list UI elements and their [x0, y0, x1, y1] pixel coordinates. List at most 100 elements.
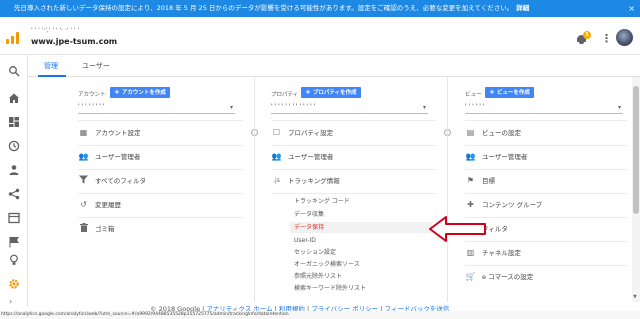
account-selector[interactable]: www.jpe-tsum.com — [31, 37, 117, 46]
trash-item[interactable]: ゴミ箱 — [78, 221, 243, 237]
create-account-button[interactable]: + アカウントを作成 — [110, 87, 170, 98]
browser-status-url: https://analytics.google.com/analytics/w… — [0, 311, 640, 319]
tab-admin[interactable]: 管理 — [44, 61, 58, 71]
acquisition-icon[interactable] — [8, 188, 20, 200]
js-icon: .js — [273, 177, 280, 184]
account-column-label: アカウント — [78, 92, 106, 98]
users-icon: 👥 — [271, 152, 282, 161]
notification-badge: 1 — [583, 31, 591, 39]
create-view-button[interactable]: + ビューを作成 — [485, 87, 534, 98]
doc-icon: ▤ — [466, 128, 475, 137]
flag-icon: ⚑ — [466, 176, 475, 185]
all-filters-label: すべてのフィルタ — [95, 177, 147, 185]
building-icon: ▦ — [79, 128, 88, 137]
discover-bulb-icon[interactable] — [8, 254, 20, 266]
view-column-label: ビュー — [465, 92, 482, 98]
view-settings-item[interactable]: ▤ ビューの設定 — [465, 125, 627, 141]
content-grouping-label: コンテンツ グループ — [482, 201, 543, 209]
account-settings-item[interactable]: ▦ アカウント設定 — [78, 125, 243, 141]
left-nav-rail — [0, 55, 28, 307]
data-retention-banner: 先日導入された新しいデータ保持の設定により、2018 年 5 月 25 日からの… — [0, 0, 640, 17]
ecommerce-settings-item[interactable]: 🛒 e コマースの設定 — [465, 269, 627, 285]
app-header: ' ' ' '·',' ' ' '· ·' ' ' ' www.jpe-tsum… — [0, 17, 640, 55]
admin-gear-icon[interactable] — [8, 278, 20, 290]
property-user-management-item[interactable]: 👥 ユーザー管理者 — [271, 149, 436, 165]
scrollbar-thumb[interactable] — [633, 86, 639, 214]
audience-icon[interactable] — [8, 164, 20, 176]
tracking-info-item[interactable]: .js トラッキング情報 — [271, 173, 436, 189]
tab-users[interactable]: ユーザー — [82, 61, 110, 71]
all-filters-item[interactable]: すべてのフィルタ — [78, 173, 243, 189]
users-icon: 👥 — [78, 152, 89, 161]
account-dropdown-value: ' ' ' ' ' ' ' ' — [78, 103, 105, 110]
tracking-code-link[interactable]: トラッキング コード — [294, 196, 432, 207]
property-settings-label: プロパティ設定 — [288, 129, 334, 137]
behavior-icon[interactable] — [8, 212, 20, 224]
avatar[interactable] — [616, 29, 633, 46]
square-icon: ☐ — [272, 128, 281, 137]
session-settings-link[interactable]: セッション設定 — [294, 247, 432, 258]
view-user-management-item[interactable]: 👥 ユーザー管理者 — [465, 149, 627, 165]
change-history-item[interactable]: ↺ 変更履歴 — [78, 197, 243, 213]
data-collection-link[interactable]: データ収集 — [294, 209, 432, 220]
admin-tabs: 管理 ユーザー — [28, 55, 640, 77]
change-history-label: 変更履歴 — [95, 201, 121, 209]
banner-text: 先日導入された新しいデータ保持の設定により、2018 年 5 月 25 日からの… — [14, 4, 514, 12]
trash-icon — [78, 223, 89, 234]
tracking-info-label: トラッキング情報 — [288, 177, 340, 185]
property-dropdown-value: ' ' ' ' ' ' ' ' ' ' ' ' ' — [271, 103, 316, 110]
clock-icon[interactable] — [8, 140, 20, 152]
property-dropdown[interactable]: ' ' ' ' ' ' ' ' ' ' ' ' ' ▾ — [271, 103, 428, 114]
view-user-management-label: ユーザー管理者 — [482, 153, 528, 161]
account-user-management-label: ユーザー管理者 — [95, 153, 141, 161]
property-settings-item[interactable]: ☐ プロパティ設定 — [271, 125, 436, 141]
account-settings-label: アカウント設定 — [95, 129, 141, 137]
more-options-icon[interactable]: ⋮ — [601, 32, 612, 45]
expand-rail-icon[interactable]: › — [9, 297, 12, 306]
organic-search-sources-link[interactable]: オーガニック検索ソース — [294, 259, 432, 270]
view-column: ビュー + ビューを作成 ' ' ' ' ' ' ▾ ▤ ビューの設定 👥 ユーザ… — [465, 77, 627, 302]
channel-settings-label: チャネル設定 — [482, 249, 521, 257]
history-icon: ↺ — [80, 200, 87, 209]
goals-label: 目標 — [482, 177, 495, 185]
chevron-down-icon: ▾ — [422, 104, 426, 111]
channel-settings-item[interactable]: ▥ チャネル設定 — [465, 245, 627, 261]
chevron-down-icon: ▾ — [617, 104, 621, 111]
property-column: プロパティ + プロパティを作成 ' ' ' ' ' ' ' ' ' ' ' ' … — [271, 77, 436, 302]
view-dropdown[interactable]: ' ' ' ' ' ' ▾ — [465, 103, 623, 114]
filter-icon — [78, 175, 89, 186]
data-retention-link[interactable]: データ保持 — [290, 222, 432, 233]
create-property-button[interactable]: + プロパティを作成 — [301, 87, 361, 98]
home-icon[interactable] — [8, 92, 20, 104]
property-column-label: プロパティ — [271, 92, 299, 98]
chevron-down-icon: ▾ — [229, 104, 233, 111]
channel-icon: ▥ — [466, 248, 475, 257]
create-account-label: アカウントを作成 — [121, 90, 166, 96]
scroll-down-arrow-icon[interactable]: ▼ — [633, 294, 637, 300]
account-breadcrumb[interactable]: ' ' ' '·',' ' ' '· ·' ' ' ' — [31, 27, 79, 34]
search-term-exclusion-list-link[interactable]: 検索キーワード除外リスト — [294, 283, 432, 294]
analytics-logo-icon[interactable] — [6, 32, 19, 44]
cart-icon: 🛒 — [465, 272, 476, 281]
create-view-label: ビューを作成 — [496, 90, 530, 96]
banner-close-icon[interactable]: × — [628, 0, 635, 17]
property-user-management-label: ユーザー管理者 — [288, 153, 334, 161]
users-icon: 👥 — [465, 152, 476, 161]
dashboard-icon[interactable] — [8, 116, 20, 128]
referral-exclusion-list-link[interactable]: 参照元除外リスト — [294, 271, 432, 282]
conversions-flag-icon[interactable] — [8, 236, 20, 248]
banner-detail-link[interactable]: 詳細 — [516, 4, 529, 12]
notification-bell-icon[interactable]: 1 — [576, 31, 591, 45]
goals-item[interactable]: ⚑ 目標 — [465, 173, 627, 189]
search-icon[interactable] — [8, 65, 20, 77]
ecommerce-settings-label: e コマースの設定 — [482, 273, 534, 281]
account-dropdown[interactable]: ' ' ' ' ' ' ' ' ▾ — [78, 103, 235, 114]
account-column: アカウント + アカウントを作成 ' ' ' ' ' ' ' ' ▾ ▦ アカウン… — [78, 77, 243, 302]
view-dropdown-value: ' ' ' ' ' ' — [465, 103, 485, 110]
view-filters-item[interactable]: フィルタ — [465, 221, 627, 237]
red-arrow-annotation-icon — [429, 216, 486, 242]
content-grouping-item[interactable]: ✚ コンテンツ グループ — [465, 197, 627, 213]
account-user-management-item[interactable]: 👥 ユーザー管理者 — [78, 149, 243, 165]
active-tab-indicator — [38, 75, 66, 77]
user-id-link[interactable]: User-ID — [294, 235, 432, 246]
